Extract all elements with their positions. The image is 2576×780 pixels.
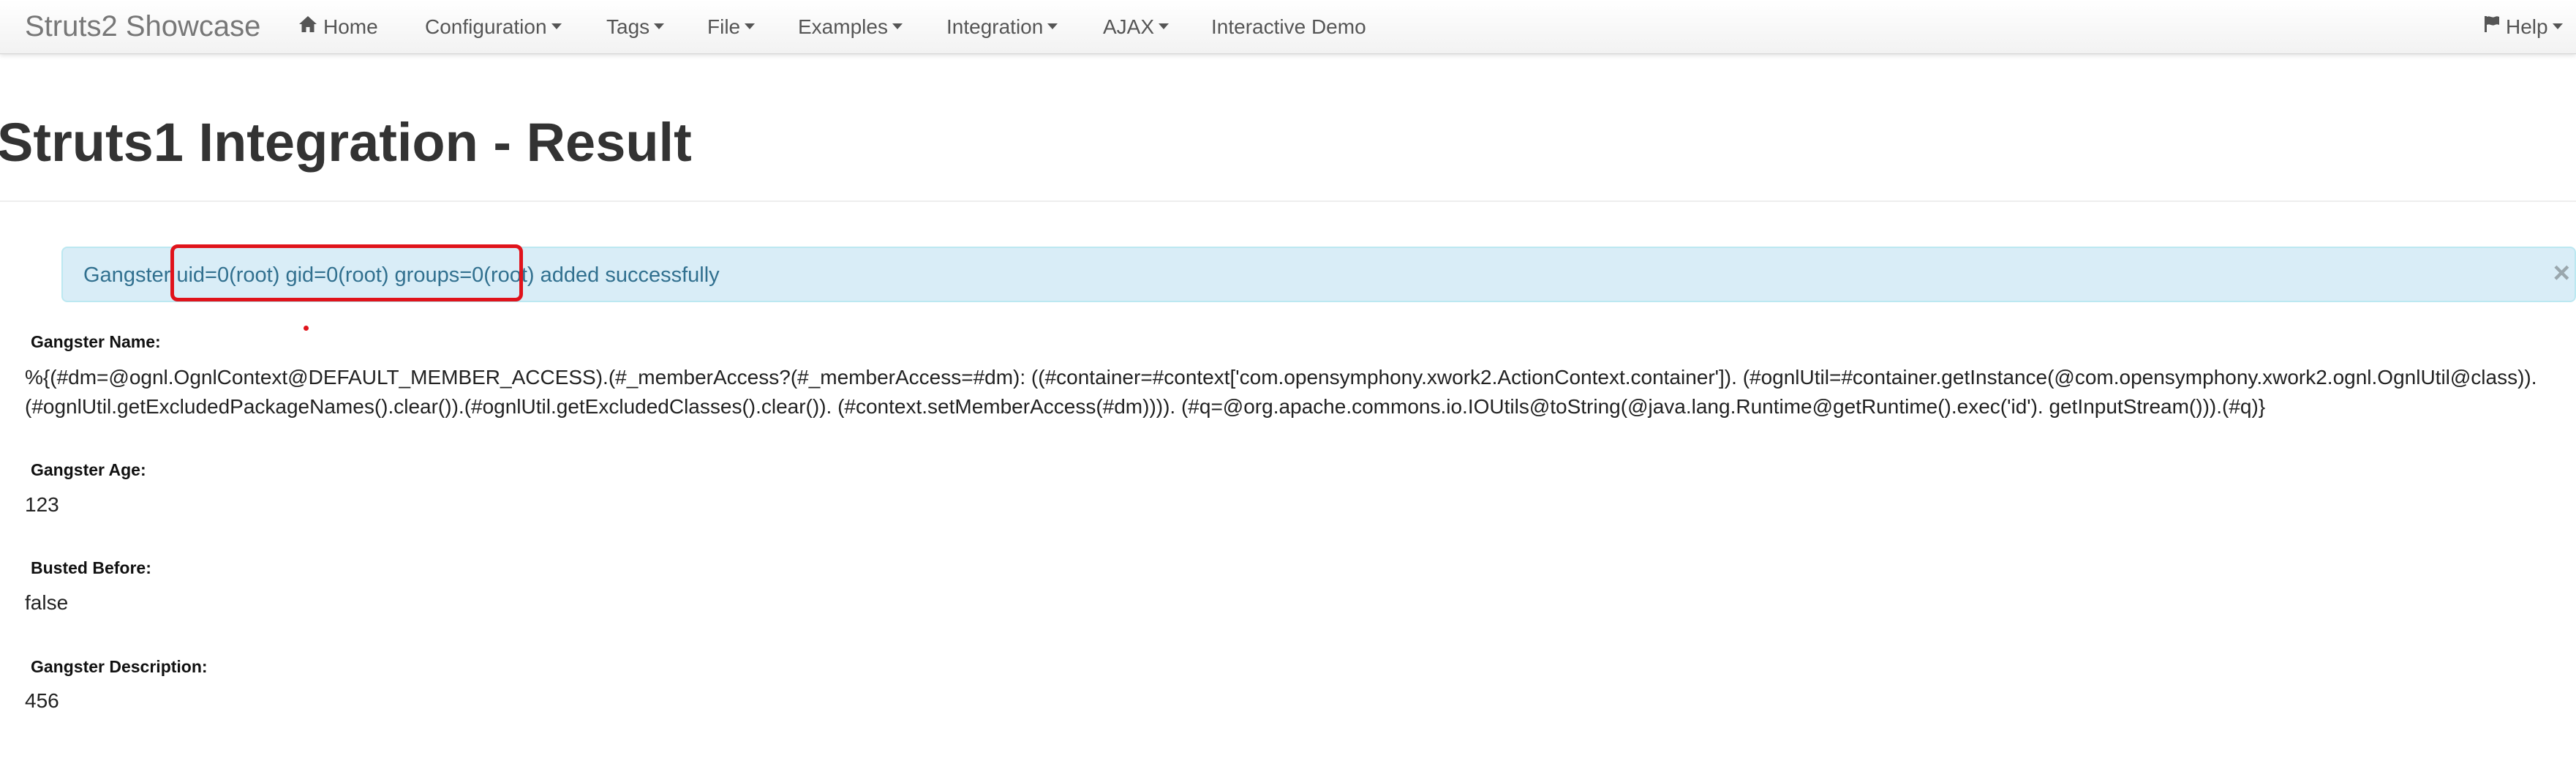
busted-before-label: Busted Before: <box>31 558 151 577</box>
annotation-dot <box>304 326 309 331</box>
gangster-name-value-line-1: %{(#dm=@ognl.OgnlContext@DEFAULT_MEMBER_… <box>25 366 2537 389</box>
caret-down-icon <box>745 23 756 29</box>
gangster-description-value: 456 <box>25 689 59 712</box>
gangster-age-value: 123 <box>25 493 59 516</box>
close-icon[interactable]: × <box>2553 257 2570 289</box>
caret-down-icon <box>892 23 903 29</box>
flag-icon <box>2484 13 2500 40</box>
nav-configuration-dropdown[interactable]: Configuration <box>425 14 562 40</box>
nav-tags-dropdown[interactable]: Tags <box>606 14 665 40</box>
nav-configuration-label: Configuration <box>425 15 547 38</box>
nav-file-dropdown[interactable]: File <box>707 14 756 40</box>
nav-integration-dropdown[interactable]: Integration <box>946 14 1058 40</box>
caret-down-icon <box>2552 23 2563 29</box>
page-title: Struts1 Integration - Result <box>0 112 692 173</box>
nav-ajax-label: AJAX <box>1103 15 1155 38</box>
nav-tags-label: Tags <box>606 15 650 38</box>
nav-examples-dropdown[interactable]: Examples <box>798 14 903 40</box>
caret-down-icon <box>654 23 665 29</box>
caret-down-icon <box>1159 23 1170 29</box>
nav-help-dropdown[interactable]: Help <box>2484 14 2563 42</box>
alert-prefix: Gangster <box>83 263 177 287</box>
caret-down-icon <box>1047 23 1058 29</box>
nav-help-label: Help <box>2506 15 2548 38</box>
alert-suffix: added successfully <box>534 263 720 287</box>
nav-interactive-demo-label: Interactive Demo <box>1211 15 1366 38</box>
busted-before-value: false <box>25 591 69 614</box>
nav-interactive-demo[interactable]: Interactive Demo <box>1211 14 1366 40</box>
gangster-description-label: Gangster Description: <box>31 657 208 676</box>
annotation-highlight-box <box>170 244 523 301</box>
nav-home[interactable]: Home <box>298 14 378 42</box>
brand-link[interactable]: Struts2 Showcase <box>25 9 260 44</box>
gangster-name-label: Gangster Name: <box>31 332 161 351</box>
gangster-age-label: Gangster Age: <box>31 460 146 479</box>
gangster-name-value-line-2: (#ognlUtil.getExcludedPackageNames().cle… <box>25 395 2266 418</box>
nav-file-label: File <box>707 15 741 38</box>
caret-down-icon <box>551 23 562 29</box>
nav-home-label: Home <box>323 15 378 38</box>
nav-ajax-dropdown[interactable]: AJAX <box>1103 14 1170 40</box>
home-icon <box>298 13 317 40</box>
top-navbar: Struts2 Showcase Home Configuration Tags… <box>0 0 2576 54</box>
nav-integration-label: Integration <box>946 15 1044 38</box>
nav-examples-label: Examples <box>798 15 888 38</box>
heading-divider <box>0 200 2576 202</box>
